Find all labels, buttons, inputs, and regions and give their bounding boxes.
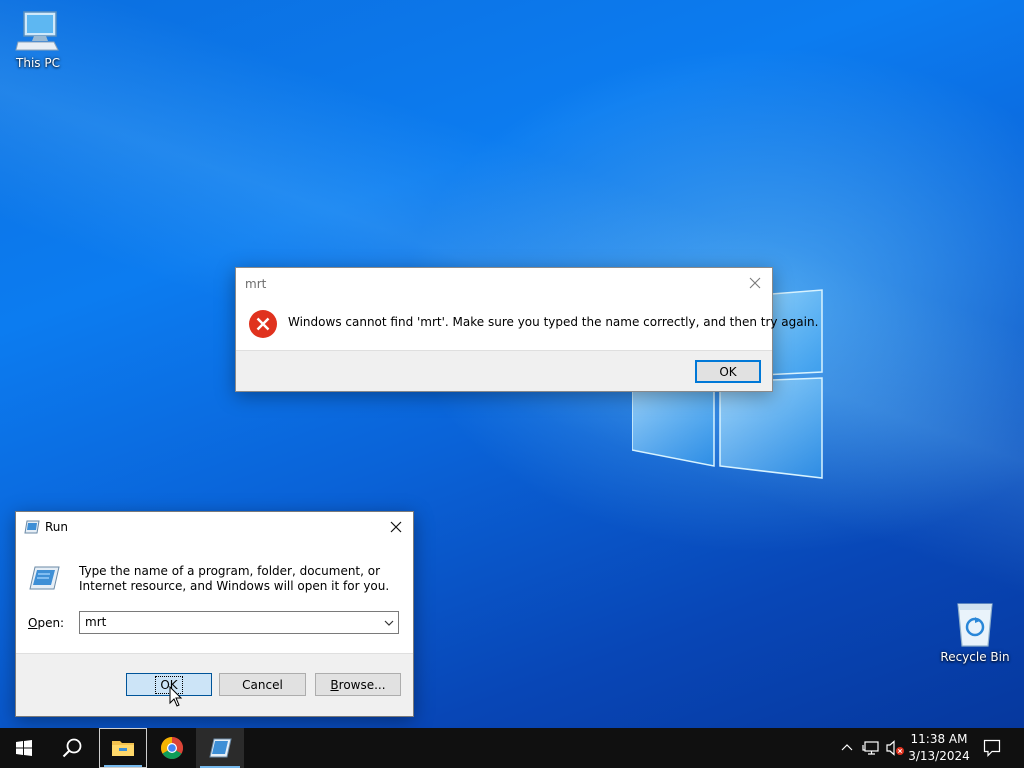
run-program-icon — [29, 566, 60, 590]
run-description: Type the name of a program, folder, docu… — [79, 564, 390, 593]
chevron-up-icon — [841, 744, 853, 751]
close-icon[interactable] — [385, 516, 407, 538]
chrome-icon — [161, 737, 183, 759]
browse-accel: B — [330, 677, 339, 692]
desktop-icon-label: Recycle Bin — [940, 650, 1010, 664]
file-explorer-icon — [112, 741, 134, 756]
recycle-bin-icon — [957, 603, 993, 647]
desktop-icon-this-pc[interactable]: This PC — [0, 8, 76, 70]
taskbar-file-explorer[interactable] — [99, 728, 147, 768]
search-button[interactable] — [48, 728, 96, 768]
mouse-cursor-icon — [169, 686, 183, 707]
tray-volume[interactable] — [884, 728, 906, 768]
start-icon — [16, 740, 32, 756]
clock[interactable]: 11:38 AM 3/13/2024 — [906, 731, 972, 765]
open-input[interactable]: mrt — [85, 615, 106, 629]
open-label: Open: — [28, 616, 64, 630]
error-dialog: mrt Windows cannot find 'mrt'. Make sure… — [235, 267, 818, 392]
run-icon — [24, 520, 40, 534]
notifications-icon — [983, 739, 1001, 757]
ok-button[interactable]: OK — [695, 360, 761, 383]
desktop-icon-recycle-bin[interactable]: Recycle Bin — [937, 600, 1013, 664]
tray-network[interactable] — [860, 728, 882, 768]
cancel-button-label: Cancel — [242, 677, 283, 692]
computer-icon — [15, 11, 59, 51]
open-label-rest: pen: — [37, 616, 65, 630]
taskbar-run[interactable] — [196, 728, 244, 768]
chevron-down-icon[interactable] — [383, 617, 395, 629]
dialog-footer: OK — [236, 350, 772, 391]
taskbar-chrome[interactable] — [148, 728, 196, 768]
start-button[interactable] — [0, 728, 48, 768]
running-indicator — [104, 765, 142, 767]
close-icon[interactable] — [744, 272, 766, 294]
taskbar: 11:38 AM 3/13/2024 — [0, 728, 1024, 768]
desktop-icon-label: This PC — [16, 56, 60, 70]
dialog-title: Run — [45, 520, 69, 534]
dialog-title: mrt — [245, 277, 267, 291]
error-message: Windows cannot find 'mrt'. Make sure you… — [288, 315, 819, 329]
volume-muted-icon — [886, 740, 904, 756]
open-combobox[interactable]: mrt — [79, 611, 399, 634]
run-dialog: Run Type the name of a program, folder, … — [15, 511, 414, 717]
action-center-button[interactable] — [978, 728, 1006, 768]
clock-date: 3/13/2024 — [908, 749, 970, 763]
browse-button-label: Browse... — [330, 678, 385, 692]
tray-overflow-button[interactable] — [838, 728, 856, 768]
network-icon — [862, 741, 879, 755]
ok-button-label: OK — [719, 364, 737, 379]
dialog-footer: OK Cancel Browse... — [16, 653, 413, 716]
browse-label-rest: rowse... — [338, 677, 386, 692]
error-icon — [249, 310, 277, 338]
cancel-button[interactable]: Cancel — [219, 673, 306, 696]
clock-time: 11:38 AM — [910, 732, 968, 746]
search-icon — [62, 738, 82, 758]
run-icon — [209, 738, 232, 758]
browse-button[interactable]: Browse... — [315, 673, 401, 696]
